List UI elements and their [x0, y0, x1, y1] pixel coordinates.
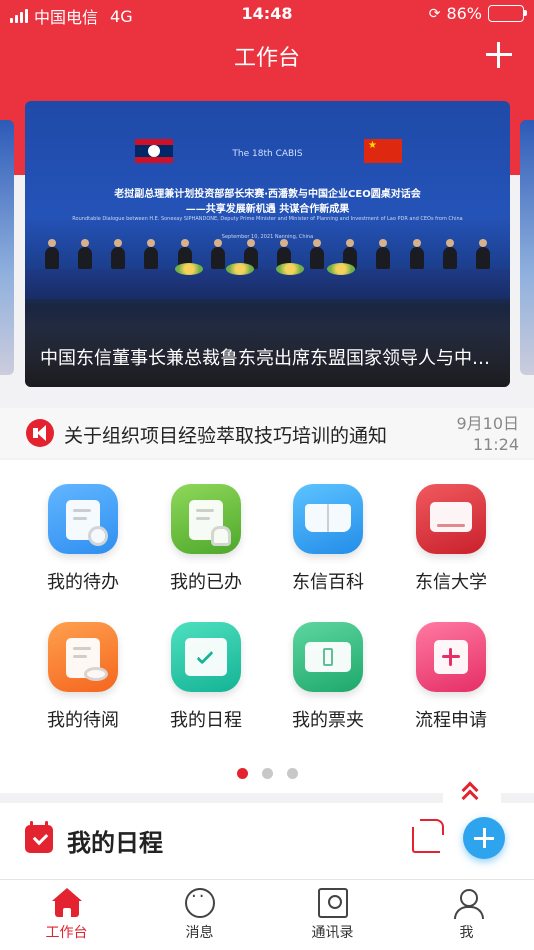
banner-english-text: Roundtable Dialogue between H.E. Sonexay… [72, 216, 463, 222]
notice-bar[interactable]: 关于组织项目经验萃取技巧培训的通知 9月10日 11:24 [0, 408, 534, 458]
page-dot-active[interactable] [236, 768, 248, 779]
tab-label: 消息 [185, 925, 214, 941]
battery-icon [488, 5, 527, 22]
profile-icon [452, 888, 484, 919]
page-dot[interactable] [261, 768, 273, 779]
ticket-folder-icon [293, 622, 363, 692]
banner-logo: The 18th CABIS [232, 149, 303, 159]
tab-contacts[interactable]: 通讯录 [266, 880, 399, 950]
carousel-prev-peek[interactable] [0, 120, 14, 375]
tab-messages[interactable]: 消息 [133, 880, 266, 950]
university-icon [416, 484, 486, 554]
tab-profile[interactable]: 我 [400, 880, 533, 950]
collapse-button[interactable] [443, 775, 501, 807]
app-label: 我的待办 [47, 572, 119, 593]
megaphone-icon [26, 419, 54, 447]
banner-headline: 老挝副总理兼计划投资部部长宋赛·西潘敦与中国企业CEO圆桌对话会 [114, 189, 421, 200]
app-label: 我的待阅 [47, 710, 119, 731]
page-dot[interactable] [286, 768, 298, 779]
encyclopedia-icon [293, 484, 363, 554]
news-banner[interactable]: The 18th CABIS 老挝副总理兼计划投资部部长宋赛·西潘敦与中国企业C… [25, 101, 510, 387]
schedule-icon [171, 622, 241, 692]
banner-date: September 10, 2021 Nanning, China [221, 234, 314, 240]
app-my-done[interactable]: 我的已办 [156, 460, 256, 593]
app-label: 东信大学 [415, 572, 487, 593]
app-to-read[interactable]: 我的待阅 [33, 598, 133, 731]
to-read-icon [48, 622, 118, 692]
carousel-next-peek[interactable] [520, 120, 534, 375]
tab-bar: 工作台 消息 通讯录 我 [0, 879, 534, 950]
add-schedule-button[interactable] [463, 817, 505, 859]
status-bar: 中国电信 4G 14:48 ⟳ 86% [0, 0, 534, 28]
tab-label: 通讯录 [311, 925, 354, 941]
done-icon [171, 484, 241, 554]
tab-label: 工作台 [45, 925, 88, 941]
app-my-schedule[interactable]: 我的日程 [156, 598, 256, 731]
app-process-request[interactable]: 流程申请 [401, 598, 501, 731]
tab-label: 我 [459, 925, 474, 941]
notice-time: 11:24 [472, 435, 519, 454]
notice-text[interactable]: 关于组织项目经验萃取技巧培训的通知 [64, 421, 404, 448]
todo-icon [48, 484, 118, 554]
section-title: 我的日程 [67, 829, 163, 857]
app-label: 我的已办 [170, 572, 242, 593]
app-ticket-folder[interactable]: 我的票夹 [278, 598, 378, 731]
process-request-icon [416, 622, 486, 692]
rotation-lock-icon: ⟳ [428, 5, 441, 22]
banner-subheadline: ——共享发展新机遇 共谋合作新成果 [185, 204, 350, 215]
app-label: 我的票夹 [292, 710, 364, 731]
schedule-section-header: 我的日程 [0, 803, 534, 879]
tab-workbench[interactable]: 工作台 [0, 880, 133, 950]
page-title: 工作台 [233, 46, 300, 71]
message-icon [185, 886, 215, 918]
app-grid: 我的待办 我的已办 东信百科 东信大学 我的待阅 我的日程 我的票夹 流程申请 [0, 460, 534, 793]
flower-decoration [175, 263, 355, 275]
contacts-icon [318, 888, 348, 918]
app-label: 流程申请 [415, 710, 487, 731]
battery-percent: 86% [446, 4, 482, 23]
calendar-icon [25, 821, 53, 853]
notice-date: 9月10日 [456, 414, 519, 433]
share-icon[interactable] [412, 819, 444, 853]
app-my-todo[interactable]: 我的待办 [33, 460, 133, 593]
home-icon [52, 888, 82, 901]
app-label: 东信百科 [292, 572, 364, 593]
add-button[interactable] [484, 40, 514, 70]
app-encyclopedia[interactable]: 东信百科 [278, 460, 378, 593]
app-university[interactable]: 东信大学 [401, 460, 501, 593]
banner-caption: 中国东信董事长兼总裁鲁东亮出席东盟国家领导人与中国企业CEO圆桌对话会 [40, 348, 495, 369]
app-label: 我的日程 [170, 710, 242, 731]
